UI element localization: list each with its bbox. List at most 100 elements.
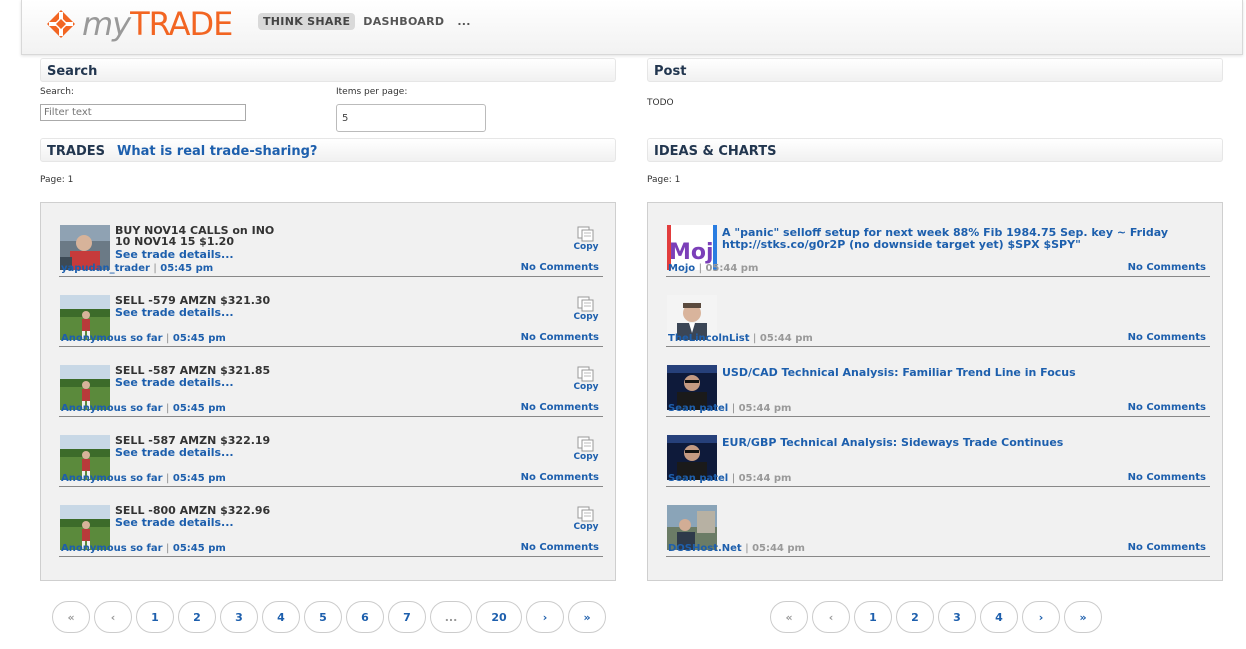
nav-dashboard[interactable]: DASHBOARD: [358, 13, 449, 30]
page-button[interactable]: 7: [388, 601, 426, 633]
see-trade-details-link[interactable]: See trade details...: [115, 376, 234, 389]
last-page-button[interactable]: »: [1064, 601, 1102, 633]
copy-button[interactable]: Copy: [571, 436, 601, 462]
ideas-page-label: Page: 1: [647, 175, 681, 185]
copy-button[interactable]: Copy: [571, 296, 601, 322]
see-trade-details-link[interactable]: See trade details...: [115, 446, 234, 459]
idea-title-link[interactable]: EUR/GBP Technical Analysis: Sideways Tra…: [722, 437, 1162, 448]
trade-meta: Anonymous so far | 05:45 pm: [61, 333, 226, 344]
trade-title: SELL -587 AMZN $321.85: [115, 364, 271, 377]
see-trade-details-link[interactable]: See trade details...: [115, 516, 234, 529]
nav-think-share[interactable]: THINK SHARE: [258, 13, 356, 30]
ideas-list: Mojo A "panic" selloff setup for next we…: [647, 202, 1223, 581]
comments-link[interactable]: No Comments: [521, 402, 599, 413]
author-link[interactable]: Sean patel: [668, 473, 728, 484]
prev-page-button[interactable]: ‹: [812, 601, 850, 633]
trade-row: BUY NOV14 CALLS on INO 10 NOV14 15 $1.20 …: [59, 207, 603, 277]
copy-button[interactable]: Copy: [571, 506, 601, 532]
idea-meta: Mojo | 05:44 pm: [668, 263, 759, 274]
author-link[interactable]: yapudan_trader: [61, 263, 150, 274]
author-link[interactable]: Sean patel: [668, 403, 728, 414]
items-per-page-input[interactable]: [336, 104, 486, 132]
trade-meta: Anonymous so far | 05:45 pm: [61, 473, 226, 484]
copy-button[interactable]: Copy: [571, 366, 601, 392]
trade-row: SELL -587 AMZN $322.19 See trade details…: [59, 417, 603, 487]
nav-more[interactable]: ...: [452, 13, 475, 30]
next-page-button[interactable]: ›: [1022, 601, 1060, 633]
copy-button[interactable]: Copy: [571, 226, 601, 252]
items-per-page-label: Items per page:: [336, 87, 408, 97]
ideas-header-title: IDEAS & CHARTS: [654, 144, 777, 159]
filter-text-input[interactable]: [40, 104, 246, 121]
idea-row: Mojo A "panic" selloff setup for next we…: [666, 207, 1210, 277]
trade-row: SELL -800 AMZN $322.96 See trade details…: [59, 487, 603, 557]
comments-link[interactable]: No Comments: [521, 262, 599, 273]
author-link[interactable]: Anonymous so far: [61, 473, 163, 484]
logo-wordmark: myTRADE: [82, 5, 233, 43]
comments-link[interactable]: No Comments: [521, 332, 599, 343]
post-time: 05:44 pm: [759, 333, 813, 344]
search-label: Search:: [40, 87, 74, 97]
idea-meta: Sean patel | 05:44 pm: [668, 473, 792, 484]
last-page-button[interactable]: »: [568, 601, 606, 633]
prev-page-button[interactable]: ‹: [94, 601, 132, 633]
copy-icon: [577, 366, 595, 382]
author-link[interactable]: DOSHost.Net: [668, 543, 742, 554]
comments-link[interactable]: No Comments: [1128, 472, 1206, 483]
trade-title: SELL -579 AMZN $321.30: [115, 294, 271, 307]
post-time: 05:45 pm: [160, 263, 214, 274]
mytrade-logo[interactable]: myTRADE: [46, 4, 233, 44]
author-link[interactable]: TheLincolnList: [668, 333, 750, 344]
author-link[interactable]: Anonymous so far: [61, 543, 163, 554]
copy-icon: [577, 296, 595, 312]
copy-icon: [577, 436, 595, 452]
page-button[interactable]: 4: [980, 601, 1018, 633]
copy-icon: [577, 506, 595, 522]
see-trade-details-link[interactable]: See trade details...: [115, 248, 234, 261]
comments-link[interactable]: No Comments: [1128, 542, 1206, 553]
svg-text:Mojo: Mojo: [669, 240, 717, 265]
post-time: 05:45 pm: [172, 543, 226, 554]
post-time: 05:45 pm: [172, 473, 226, 484]
page-button[interactable]: 6: [346, 601, 384, 633]
comments-link[interactable]: No Comments: [521, 542, 599, 553]
page-button[interactable]: 3: [220, 601, 258, 633]
idea-title-link[interactable]: A "panic" selloff setup for next week 88…: [722, 227, 1192, 251]
page-button[interactable]: 2: [178, 601, 216, 633]
trades-pagination: « ‹ 1 2 3 4 5 6 7 ... 20 › »: [52, 601, 610, 633]
page-button[interactable]: 4: [262, 601, 300, 633]
idea-row: DOSHost.Net | 05:44 pm No Comments: [666, 487, 1210, 557]
copy-label: Copy: [573, 522, 599, 532]
page-button[interactable]: 2: [896, 601, 934, 633]
comments-link[interactable]: No Comments: [1128, 402, 1206, 413]
author-link[interactable]: Anonymous so far: [61, 403, 163, 414]
trades-header: TRADES What is real trade-sharing?: [40, 138, 616, 162]
trade-row: SELL -579 AMZN $321.30 See trade details…: [59, 277, 603, 347]
first-page-button[interactable]: «: [52, 601, 90, 633]
idea-title-link[interactable]: USD/CAD Technical Analysis: Familiar Tre…: [722, 367, 1162, 378]
page-button[interactable]: 5: [304, 601, 342, 633]
comments-link[interactable]: No Comments: [1128, 332, 1206, 343]
author-link[interactable]: Mojo: [668, 263, 695, 274]
author-link[interactable]: Anonymous so far: [61, 333, 163, 344]
trade-title: SELL -800 AMZN $322.96: [115, 504, 271, 517]
post-time: 05:44 pm: [705, 263, 759, 274]
comments-link[interactable]: No Comments: [521, 472, 599, 483]
first-page-button[interactable]: «: [770, 601, 808, 633]
page-button[interactable]: 3: [938, 601, 976, 633]
page-button[interactable]: 20: [476, 601, 522, 633]
page-button[interactable]: 1: [854, 601, 892, 633]
trade-sharing-link[interactable]: What is real trade-sharing?: [117, 144, 317, 159]
idea-row: TheLincolnList | 05:44 pm No Comments: [666, 277, 1210, 347]
page-button[interactable]: 1: [136, 601, 174, 633]
post-time: 05:45 pm: [172, 403, 226, 414]
trade-meta: Anonymous so far | 05:45 pm: [61, 403, 226, 414]
next-page-button[interactable]: ›: [526, 601, 564, 633]
comments-link[interactable]: No Comments: [1128, 262, 1206, 273]
search-header: Search: [40, 58, 616, 82]
see-trade-details-link[interactable]: See trade details...: [115, 306, 234, 319]
copy-label: Copy: [573, 452, 599, 462]
search-header-title: Search: [47, 64, 98, 79]
ideas-pagination: « ‹ 1 2 3 4 › »: [770, 601, 1106, 633]
post-time: 05:44 pm: [738, 403, 792, 414]
